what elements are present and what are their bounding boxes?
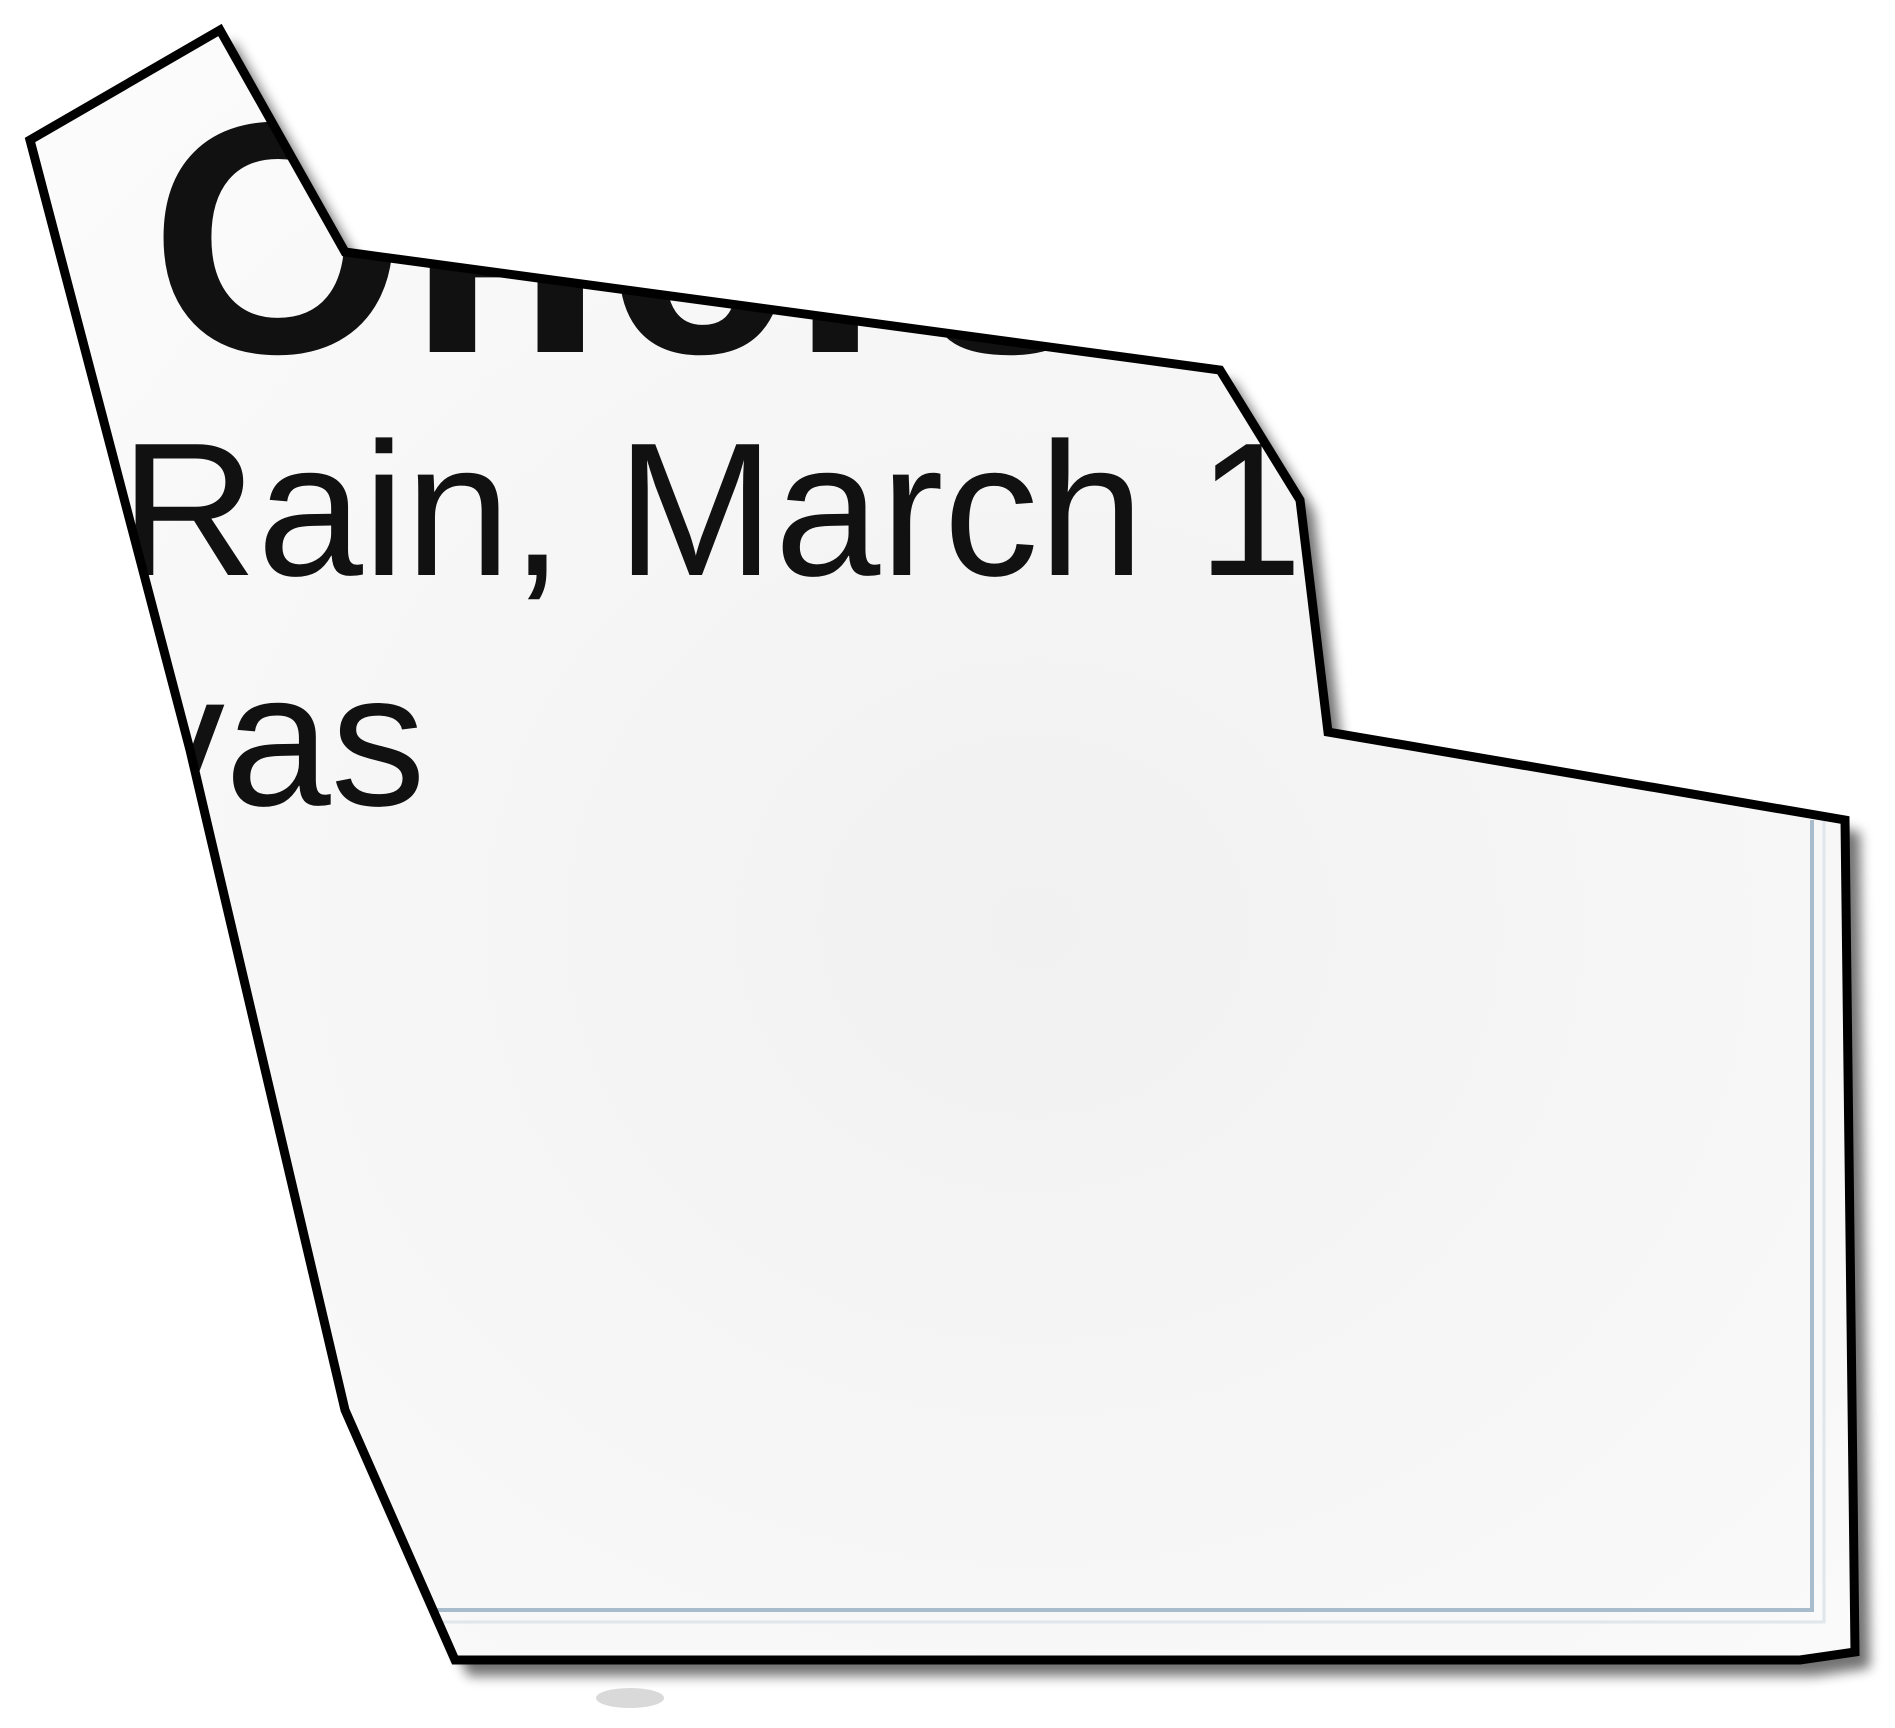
shadow-smudge — [596, 1688, 664, 1708]
torn-paper-fragment: Онеrs Rain, March 19 vas — [24, 23, 1870, 1708]
fragment-line-2-text: vas — [130, 634, 426, 846]
document-fragment-stage: Онеrs Rain, March 19 vas — [0, 0, 1895, 1728]
fragment-title-text: Онеrs — [150, 53, 1102, 422]
fragment-line-1-text: Rain, March 19 — [120, 404, 1408, 616]
